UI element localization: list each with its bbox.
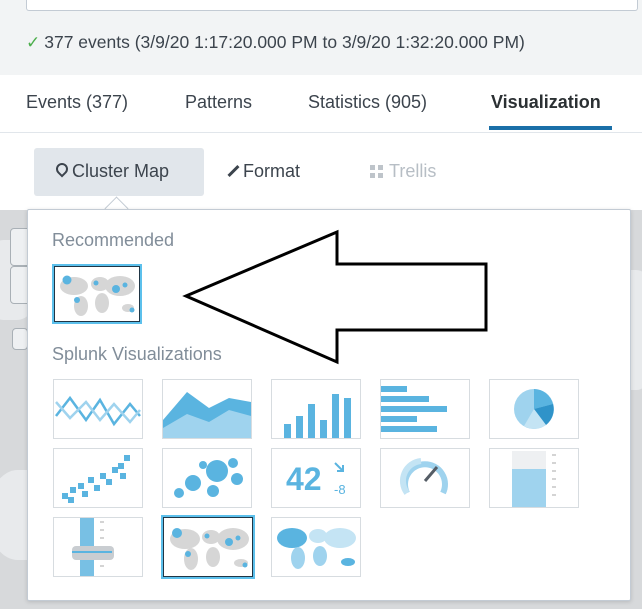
tab-events[interactable]: Events (377) bbox=[26, 92, 128, 113]
bubble-chart-tile[interactable] bbox=[162, 448, 252, 508]
map-pan-control[interactable] bbox=[12, 328, 28, 350]
event-count-text: 377 events (3/9/20 1:17:20.000 PM to 3/9… bbox=[44, 32, 525, 52]
filler-gauge-tile[interactable] bbox=[489, 448, 579, 508]
visualization-picker-popup: Recommended Splunk Visualizations 42 -8 bbox=[27, 209, 631, 601]
event-count-status: ✓ 377 events (3/9/20 1:17:20.000 PM to 3/… bbox=[26, 32, 525, 53]
filler-gauge-icon bbox=[512, 451, 556, 507]
radial-gauge-icon bbox=[399, 458, 448, 495]
recommended-cluster-map-tile[interactable] bbox=[52, 264, 142, 324]
results-tabs: Events (377) Patterns Statistics (905) V… bbox=[0, 76, 642, 133]
visualization-picker-button[interactable]: Cluster Map bbox=[34, 148, 204, 196]
single-value-icon: 42 -8 bbox=[286, 461, 346, 497]
marker-gauge-icon bbox=[72, 518, 114, 576]
bar-chart-tile[interactable] bbox=[380, 379, 470, 439]
marker-gauge-tile[interactable] bbox=[53, 517, 143, 577]
cluster-map-icon bbox=[170, 528, 249, 570]
pencil-icon bbox=[227, 164, 240, 178]
map-pin-icon bbox=[53, 160, 71, 178]
bubble-chart-icon bbox=[174, 458, 243, 498]
search-input[interactable] bbox=[26, 0, 638, 11]
active-tab-indicator bbox=[489, 126, 612, 130]
area-chart-tile[interactable] bbox=[162, 379, 252, 439]
column-chart-icon bbox=[284, 394, 351, 438]
pie-chart-icon bbox=[514, 389, 554, 429]
area-chart-icon bbox=[163, 392, 251, 438]
column-chart-tile[interactable] bbox=[271, 379, 361, 439]
splunk-visualizations-heading: Splunk Visualizations bbox=[52, 344, 222, 364]
cluster-map-icon bbox=[60, 275, 135, 316]
radial-gauge-tile[interactable] bbox=[380, 448, 470, 508]
single-value-delta: -8 bbox=[334, 482, 346, 497]
tab-visualization[interactable]: Visualization bbox=[491, 92, 601, 113]
tab-statistics[interactable]: Statistics (905) bbox=[308, 92, 427, 113]
format-button[interactable]: Format bbox=[227, 161, 301, 182]
choropleth-map-icon bbox=[277, 528, 356, 569]
tab-patterns[interactable]: Patterns bbox=[185, 92, 252, 113]
line-chart-tile[interactable] bbox=[53, 379, 143, 439]
check-icon: ✓ bbox=[26, 33, 41, 52]
scatter-chart-tile[interactable] bbox=[53, 448, 143, 508]
choropleth-map-tile[interactable] bbox=[271, 517, 361, 577]
trellis-button[interactable]: Trellis bbox=[370, 161, 436, 182]
single-value-tile[interactable]: 42 -8 bbox=[271, 448, 361, 508]
bar-chart-icon bbox=[381, 386, 447, 432]
cluster-map-tile[interactable] bbox=[161, 515, 255, 579]
pie-chart-tile[interactable] bbox=[489, 379, 579, 439]
visualization-picker-label: Cluster Map bbox=[72, 161, 170, 181]
single-value-number: 42 bbox=[286, 461, 322, 497]
trellis-grid-icon bbox=[370, 165, 383, 178]
trellis-label: Trellis bbox=[389, 161, 437, 181]
line-chart-icon bbox=[55, 395, 141, 427]
scatter-chart-icon bbox=[62, 455, 130, 503]
recommended-heading: Recommended bbox=[52, 230, 175, 250]
format-label: Format bbox=[243, 161, 301, 181]
